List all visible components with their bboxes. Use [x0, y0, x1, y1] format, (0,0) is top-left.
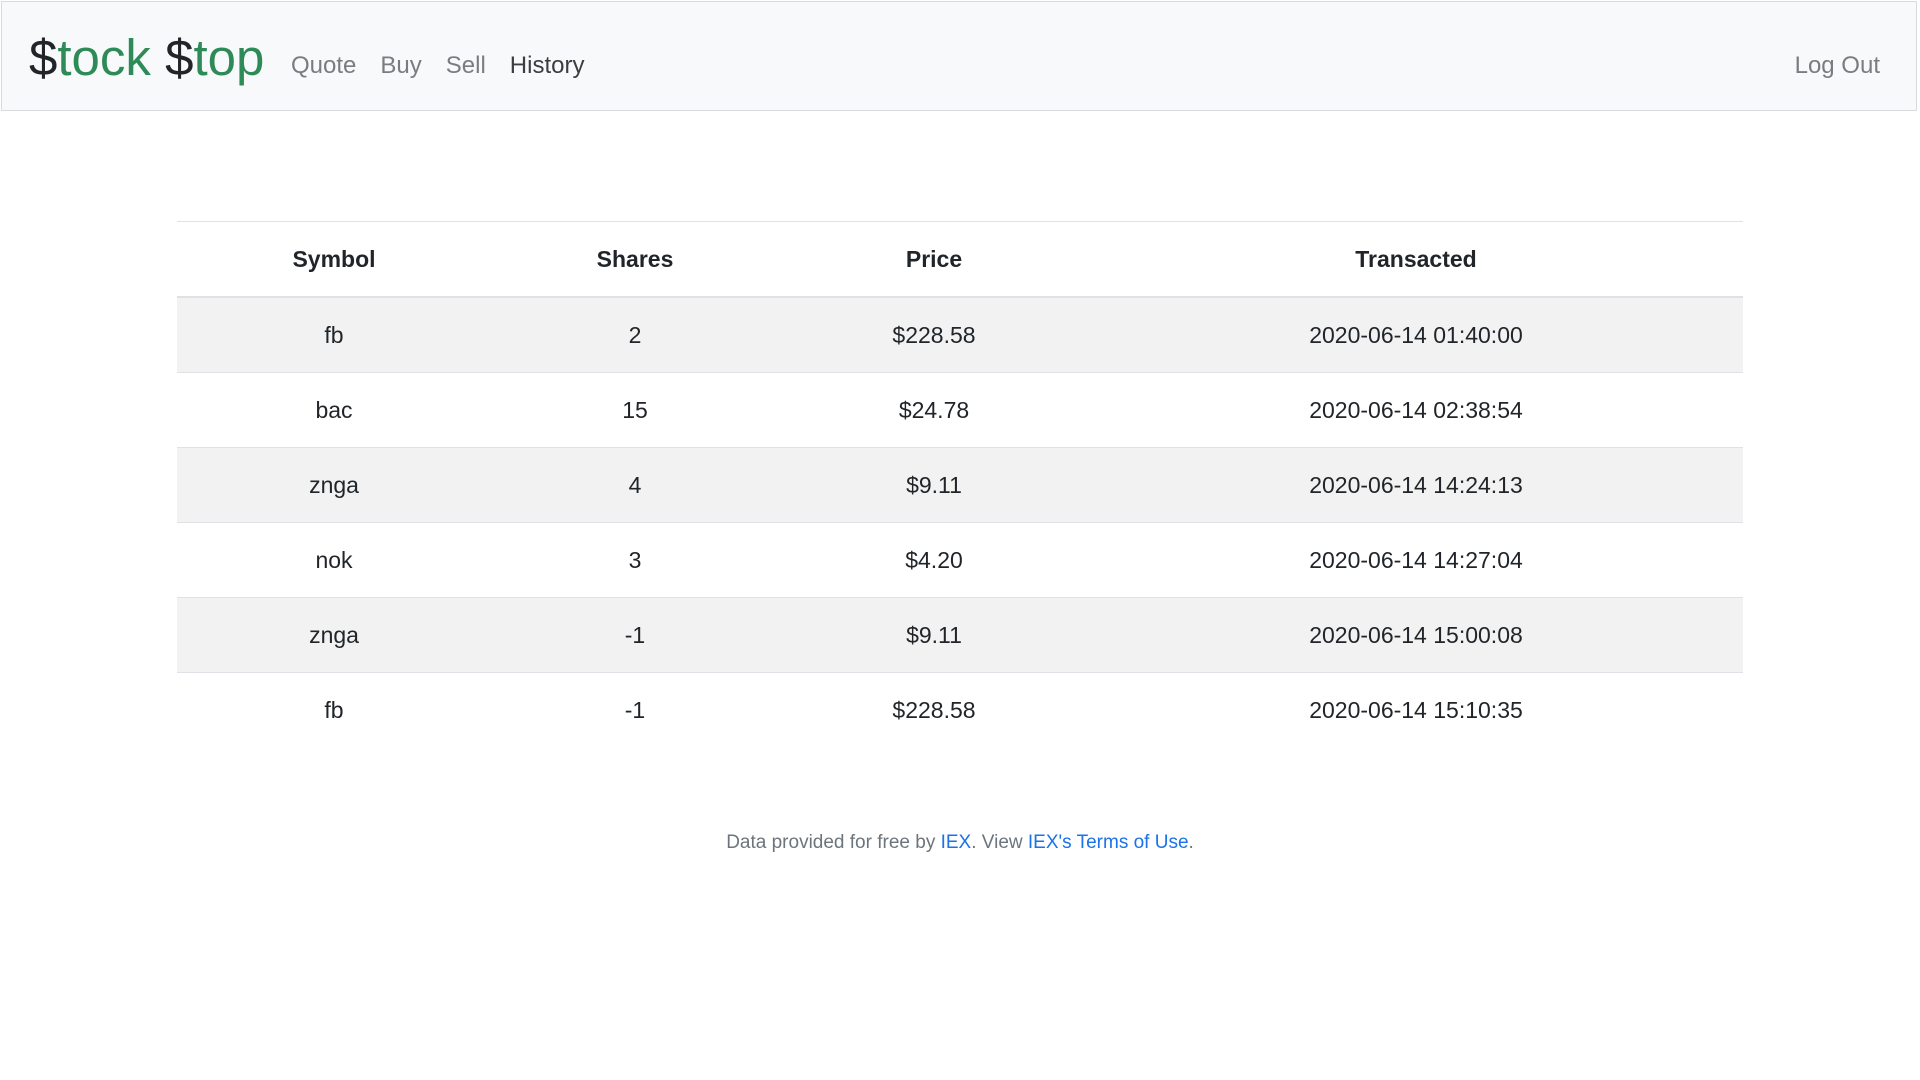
cell-shares: 2 — [491, 297, 779, 373]
table-row: fb -1 $228.58 2020-06-14 15:10:35 — [177, 672, 1743, 747]
header-shares: Shares — [491, 221, 779, 298]
cell-symbol: znga — [177, 447, 491, 523]
iex-link[interactable]: IEX — [941, 832, 972, 853]
footer: Data provided for free by IEX. View IEX'… — [0, 832, 1920, 854]
cell-symbol: fb — [177, 297, 491, 373]
nav-link-quote[interactable]: Quote — [291, 50, 356, 82]
nav-link-history[interactable]: History — [510, 50, 585, 82]
history-table: Symbol Shares Price Transacted fb 2 $228… — [177, 221, 1743, 747]
nav-link-buy[interactable]: Buy — [380, 50, 421, 82]
cell-price: $9.11 — [779, 447, 1089, 523]
cell-price: $24.78 — [779, 372, 1089, 448]
footer-text-before: Data provided for free by — [726, 832, 941, 853]
nav-links: Quote Buy Sell History — [291, 50, 608, 82]
cell-symbol: fb — [177, 672, 491, 747]
header-symbol: Symbol — [177, 221, 491, 298]
brand-logo[interactable]: $tock $top — [29, 28, 264, 88]
cell-shares: 3 — [491, 522, 779, 598]
cell-symbol: znga — [177, 597, 491, 673]
table-row: znga -1 $9.11 2020-06-14 15:00:08 — [177, 597, 1743, 673]
brand-dollar-1: $ — [29, 29, 58, 86]
cell-price: $228.58 — [779, 672, 1089, 747]
cell-transacted: 2020-06-14 14:24:13 — [1089, 447, 1743, 523]
cell-shares: 4 — [491, 447, 779, 523]
header-transacted: Transacted — [1089, 221, 1743, 298]
table-row: znga 4 $9.11 2020-06-14 14:24:13 — [177, 447, 1743, 523]
table-row: bac 15 $24.78 2020-06-14 02:38:54 — [177, 372, 1743, 448]
header-price: Price — [779, 221, 1089, 298]
cell-shares: 15 — [491, 372, 779, 448]
cell-symbol: bac — [177, 372, 491, 448]
cell-symbol: nok — [177, 522, 491, 598]
iex-terms-link[interactable]: IEX's Terms of Use — [1028, 832, 1189, 853]
footer-text-middle: . View — [971, 832, 1028, 853]
footer-text-after: . — [1188, 832, 1194, 853]
navbar: $tock $top Quote Buy Sell History Log Ou… — [1, 1, 1917, 111]
cell-shares: -1 — [491, 597, 779, 673]
cell-transacted: 2020-06-14 15:00:08 — [1089, 597, 1743, 673]
cell-transacted: 2020-06-14 02:38:54 — [1089, 372, 1743, 448]
table-header-row: Symbol Shares Price Transacted — [177, 221, 1743, 298]
cell-price: $9.11 — [779, 597, 1089, 673]
brand-dollar-2: $ — [165, 29, 194, 86]
cell-transacted: 2020-06-14 15:10:35 — [1089, 672, 1743, 747]
cell-price: $228.58 — [779, 297, 1089, 373]
cell-price: $4.20 — [779, 522, 1089, 598]
cell-shares: -1 — [491, 672, 779, 747]
logout-link[interactable]: Log Out — [1795, 50, 1880, 82]
cell-transacted: 2020-06-14 14:27:04 — [1089, 522, 1743, 598]
cell-transacted: 2020-06-14 01:40:00 — [1089, 297, 1743, 373]
table-row: nok 3 $4.20 2020-06-14 14:27:04 — [177, 522, 1743, 598]
brand-word-1: tock — [57, 29, 151, 86]
table-row: fb 2 $228.58 2020-06-14 01:40:00 — [177, 297, 1743, 373]
nav-link-sell[interactable]: Sell — [446, 50, 486, 82]
history-table-container: Symbol Shares Price Transacted fb 2 $228… — [177, 221, 1743, 747]
brand-word-2: top — [193, 29, 265, 86]
